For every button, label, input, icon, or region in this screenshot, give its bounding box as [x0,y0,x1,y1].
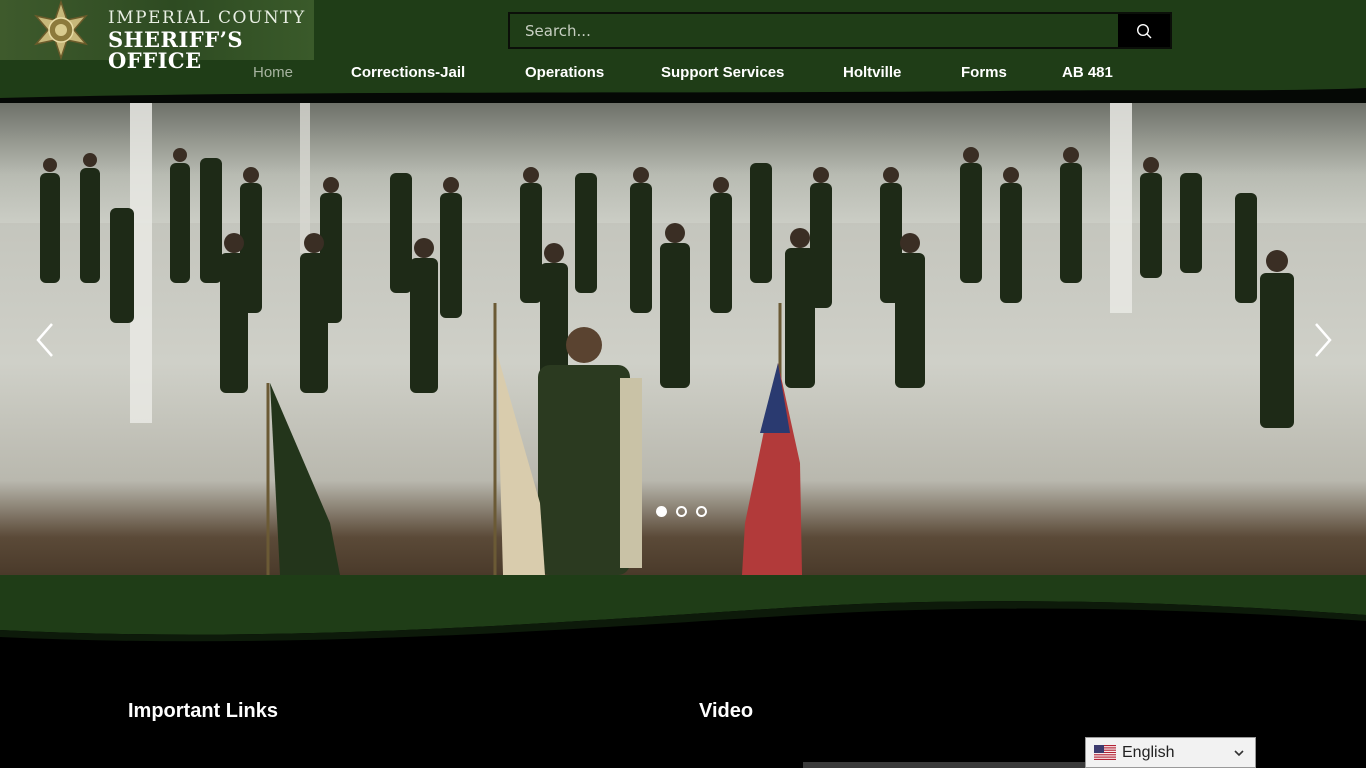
logo-line-1: IMPERIAL COUNTY [108,8,306,28]
video-heading: Video [699,700,754,722]
nav-item-support-services[interactable]: Support Services [661,64,784,81]
main-nav: Home Corrections-Jail Operations Support… [0,60,1366,88]
us-flag-icon [1094,745,1116,760]
nav-item-home[interactable]: Home [253,64,293,81]
language-label: English [1122,743,1175,761]
nav-item-operations[interactable]: Operations [525,64,604,81]
sheriff-star-icon [33,0,89,60]
slider-dot-1[interactable] [656,506,667,517]
header-wave-divider [0,88,1366,103]
slider-dot-3[interactable] [696,506,707,517]
important-links-heading: Important Links [128,700,279,722]
language-selector[interactable]: English [1085,737,1256,768]
hero-slider [0,103,1366,575]
search-input[interactable] [510,14,1118,47]
site-logo[interactable]: IMPERIAL COUNTY SHERIFF’S OFFICE [0,0,314,71]
site-header: IMPERIAL COUNTY SHERIFF’S OFFICE Home Co… [0,0,1366,103]
hero-photo [40,103,1294,575]
slider-dots [656,506,707,517]
search-icon [1136,23,1152,38]
slider-next-arrow-icon[interactable] [1302,318,1342,362]
green-wave-band [0,575,1366,650]
slider-dot-2[interactable] [676,506,687,517]
search-button[interactable] [1118,14,1170,47]
nav-item-corrections-jail[interactable]: Corrections-Jail [351,64,465,81]
nav-item-ab-481[interactable]: AB 481 [1062,64,1113,81]
nav-item-forms[interactable]: Forms [961,64,1007,81]
video-thumbnail[interactable] [803,762,1086,768]
slider-prev-arrow-icon[interactable] [26,318,66,362]
search-bar [508,12,1172,49]
chevron-down-icon [1234,750,1244,757]
nav-item-holtville[interactable]: Holtville [843,64,901,81]
